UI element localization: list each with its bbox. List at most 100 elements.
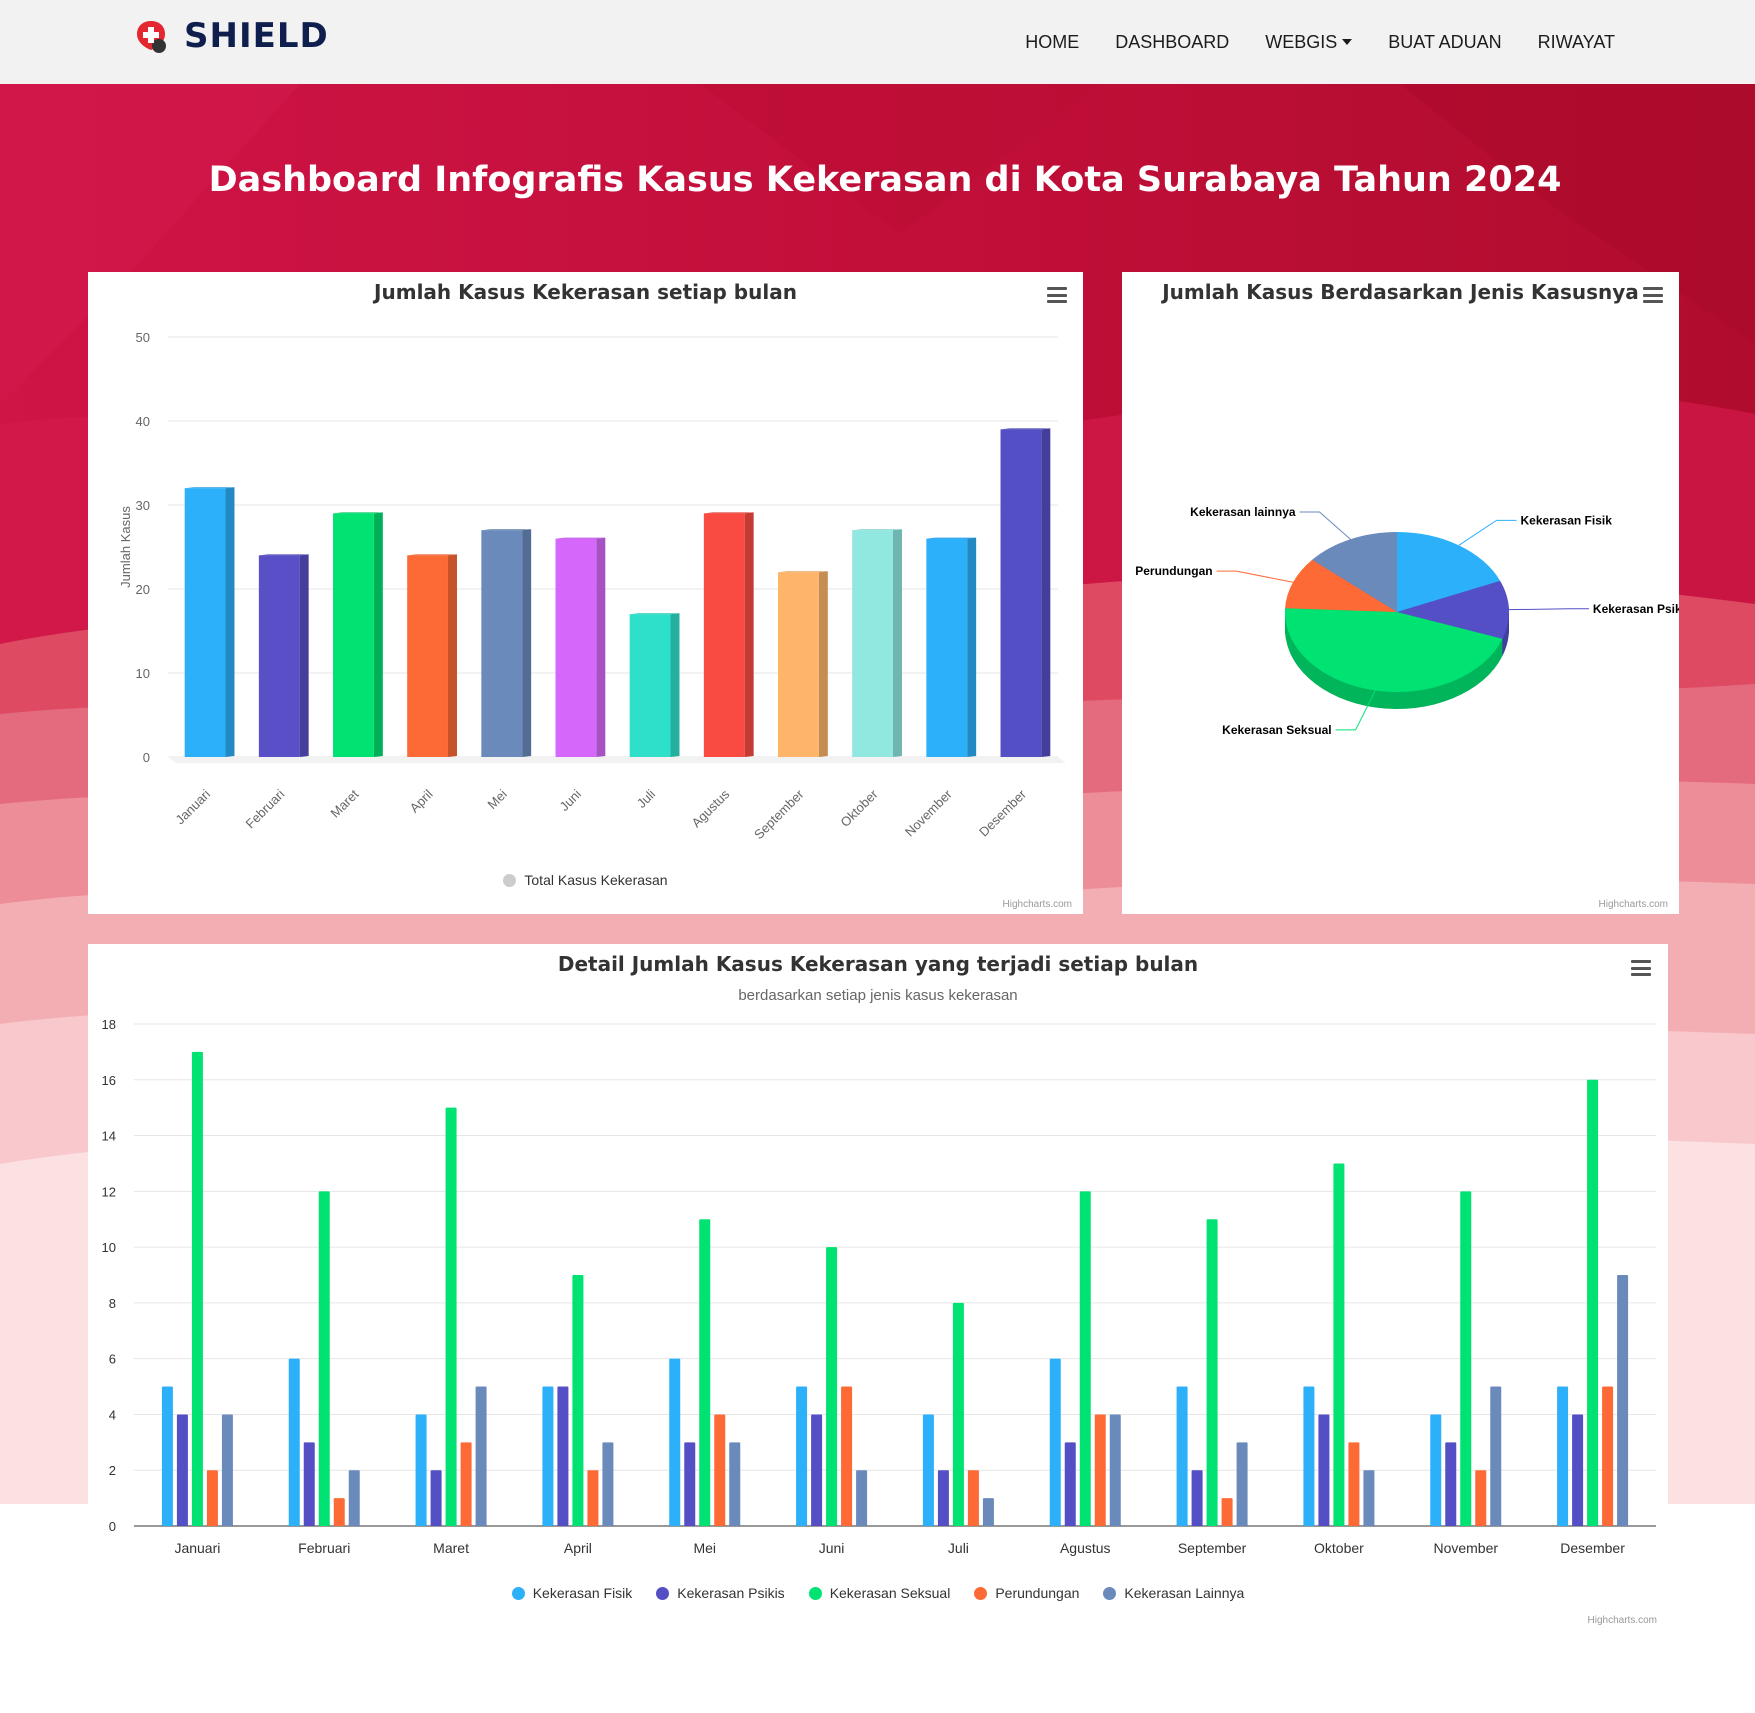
legend-dot (808, 1586, 822, 1600)
nav-dashboard-link[interactable]: DASHBOARD (1115, 32, 1229, 53)
y-tick-label: 4 (109, 1407, 116, 1422)
nav-webgis-dropdown[interactable]: WEBGIS (1265, 31, 1353, 53)
shield-logo-icon (137, 21, 166, 53)
bar-kekerasan-psikis (303, 1442, 315, 1526)
pie-chart-title: Jumlah Kasus Berdasarkan Jenis Kasusnya (1162, 280, 1639, 304)
bar-face (629, 614, 671, 757)
nav-home-link[interactable]: HOME (1025, 32, 1079, 53)
x-tick-label: Juli (634, 786, 658, 810)
y-tick-label: 12 (102, 1184, 116, 1199)
group-januari (161, 1051, 233, 1526)
legend-item-kekerasan-psikis[interactable]: Kekerasan Psikis (656, 1585, 785, 1601)
bar-face (1000, 429, 1042, 757)
bar-kekerasan-psikis (1191, 1470, 1203, 1526)
legend-dot (503, 873, 517, 887)
legend-item-total[interactable]: Total Kasus Kekerasan (503, 872, 668, 888)
legend-label: Total Kasus Kekerasan (524, 872, 668, 888)
legend-item-kekerasan-lainnya[interactable]: Kekerasan Lainnya (1103, 1585, 1244, 1601)
x-tick-label: April (407, 786, 436, 815)
bar-perundungan (587, 1470, 599, 1526)
bar-kekerasan-seksual (191, 1051, 203, 1526)
x-tick-label: Juli (948, 1540, 969, 1556)
monthly-legend: Total Kasus Kekerasan (88, 872, 1083, 888)
x-tick-label: Mei (693, 1540, 716, 1556)
credits-link[interactable]: Highcharts.com (1588, 1615, 1657, 1626)
x-tick-label: Oktober (1314, 1540, 1364, 1556)
nav-buat-aduan-link[interactable]: BUAT ADUAN (1388, 32, 1501, 53)
x-tick-label: November (902, 786, 955, 839)
nav-riwayat-link[interactable]: RIWAYAT (1538, 32, 1615, 53)
bar-kekerasan-lainnya (221, 1414, 233, 1526)
y-tick-label: 18 (102, 1017, 116, 1032)
bar-side (744, 512, 754, 757)
bar-kekerasan-psikis (684, 1442, 696, 1526)
x-tick-label: September (1178, 1540, 1247, 1556)
detail-chart-card: Detail Jumlah Kasus Kekerasan yang terja… (88, 944, 1668, 1634)
legend-label: Kekerasan Seksual (829, 1585, 951, 1601)
legend-dot (1103, 1586, 1117, 1600)
y-tick-label: 2 (109, 1463, 116, 1478)
bar-oktober (852, 529, 902, 757)
hamburger-menu-icon[interactable] (1631, 960, 1651, 976)
group-april (542, 1275, 614, 1526)
bar-side (447, 554, 457, 757)
bar-kekerasan-fisik (922, 1414, 934, 1526)
x-tick-label: November (1433, 1540, 1498, 1556)
y-tick-label: 16 (102, 1073, 116, 1088)
bar-mei (481, 529, 532, 757)
credits-link[interactable]: Highcharts.com (1599, 899, 1668, 910)
bar-side (596, 537, 606, 757)
bar-perundungan (1602, 1386, 1614, 1526)
pie-label: Perundungan (1135, 564, 1212, 578)
bar-kekerasan-lainnya (1363, 1470, 1375, 1526)
x-tick-label: Mei (484, 786, 509, 811)
bar-face (703, 513, 745, 757)
bar-kekerasan-fisik (796, 1386, 808, 1526)
bar-kekerasan-lainnya (348, 1470, 360, 1526)
bar-kekerasan-psikis (1318, 1414, 1330, 1526)
x-tick-label: Juni (819, 1540, 845, 1556)
y-tick-label: 6 (109, 1352, 116, 1367)
legend-item-kekerasan-seksual[interactable]: Kekerasan Seksual (808, 1585, 951, 1601)
pie-connector (1216, 570, 1294, 583)
bar-kekerasan-seksual (1079, 1191, 1091, 1526)
credits-link[interactable]: Highcharts.com (1003, 899, 1072, 910)
page-title: Dashboard Infografis Kasus Kekerasan di … (208, 160, 1562, 200)
x-tick-label: Maret (327, 786, 361, 820)
bar-kekerasan-seksual (1460, 1191, 1472, 1526)
pie-label: Kekerasan Seksual (1222, 723, 1331, 737)
bar-kekerasan-psikis (1445, 1442, 1457, 1526)
bar-kekerasan-seksual (826, 1247, 838, 1526)
brand[interactable]: SHIELD (132, 16, 329, 56)
bar-september (778, 571, 828, 757)
group-juni (796, 1247, 868, 1526)
bar-side (225, 487, 235, 757)
bar-kekerasan-fisik (1176, 1386, 1188, 1526)
bar-face (184, 488, 226, 757)
bar-juni (555, 537, 606, 757)
bar-face (258, 555, 300, 757)
bar-perundungan (333, 1498, 345, 1526)
legend-item-perundungan[interactable]: Perundungan (974, 1585, 1079, 1601)
nav-webgis-label: WEBGIS (1265, 31, 1338, 52)
hamburger-menu-icon[interactable] (1643, 287, 1663, 303)
bar-kekerasan-lainnya (1109, 1414, 1121, 1526)
bar-kekerasan-seksual (445, 1107, 457, 1526)
group-oktober (1303, 1163, 1375, 1526)
brand-name: SHIELD (184, 16, 329, 56)
bar-kekerasan-lainnya (1617, 1275, 1629, 1526)
x-tick-label: Juni (557, 786, 585, 814)
bar-kekerasan-lainnya (475, 1386, 487, 1526)
y-tick-label: 0 (143, 750, 150, 765)
bar-face (407, 555, 448, 757)
group-september (1176, 1219, 1248, 1526)
legend-item-kekerasan-fisik[interactable]: Kekerasan Fisik (511, 1585, 632, 1601)
legend-dot (974, 1586, 988, 1600)
y-tick-label: 40 (136, 414, 150, 429)
bar-kekerasan-psikis (811, 1414, 823, 1526)
hamburger-menu-icon[interactable] (1047, 287, 1067, 303)
legend-label: Kekerasan Psikis (677, 1585, 785, 1601)
bar-side (1041, 428, 1051, 757)
bar-face (852, 530, 893, 757)
y-tick-label: 30 (136, 498, 150, 513)
